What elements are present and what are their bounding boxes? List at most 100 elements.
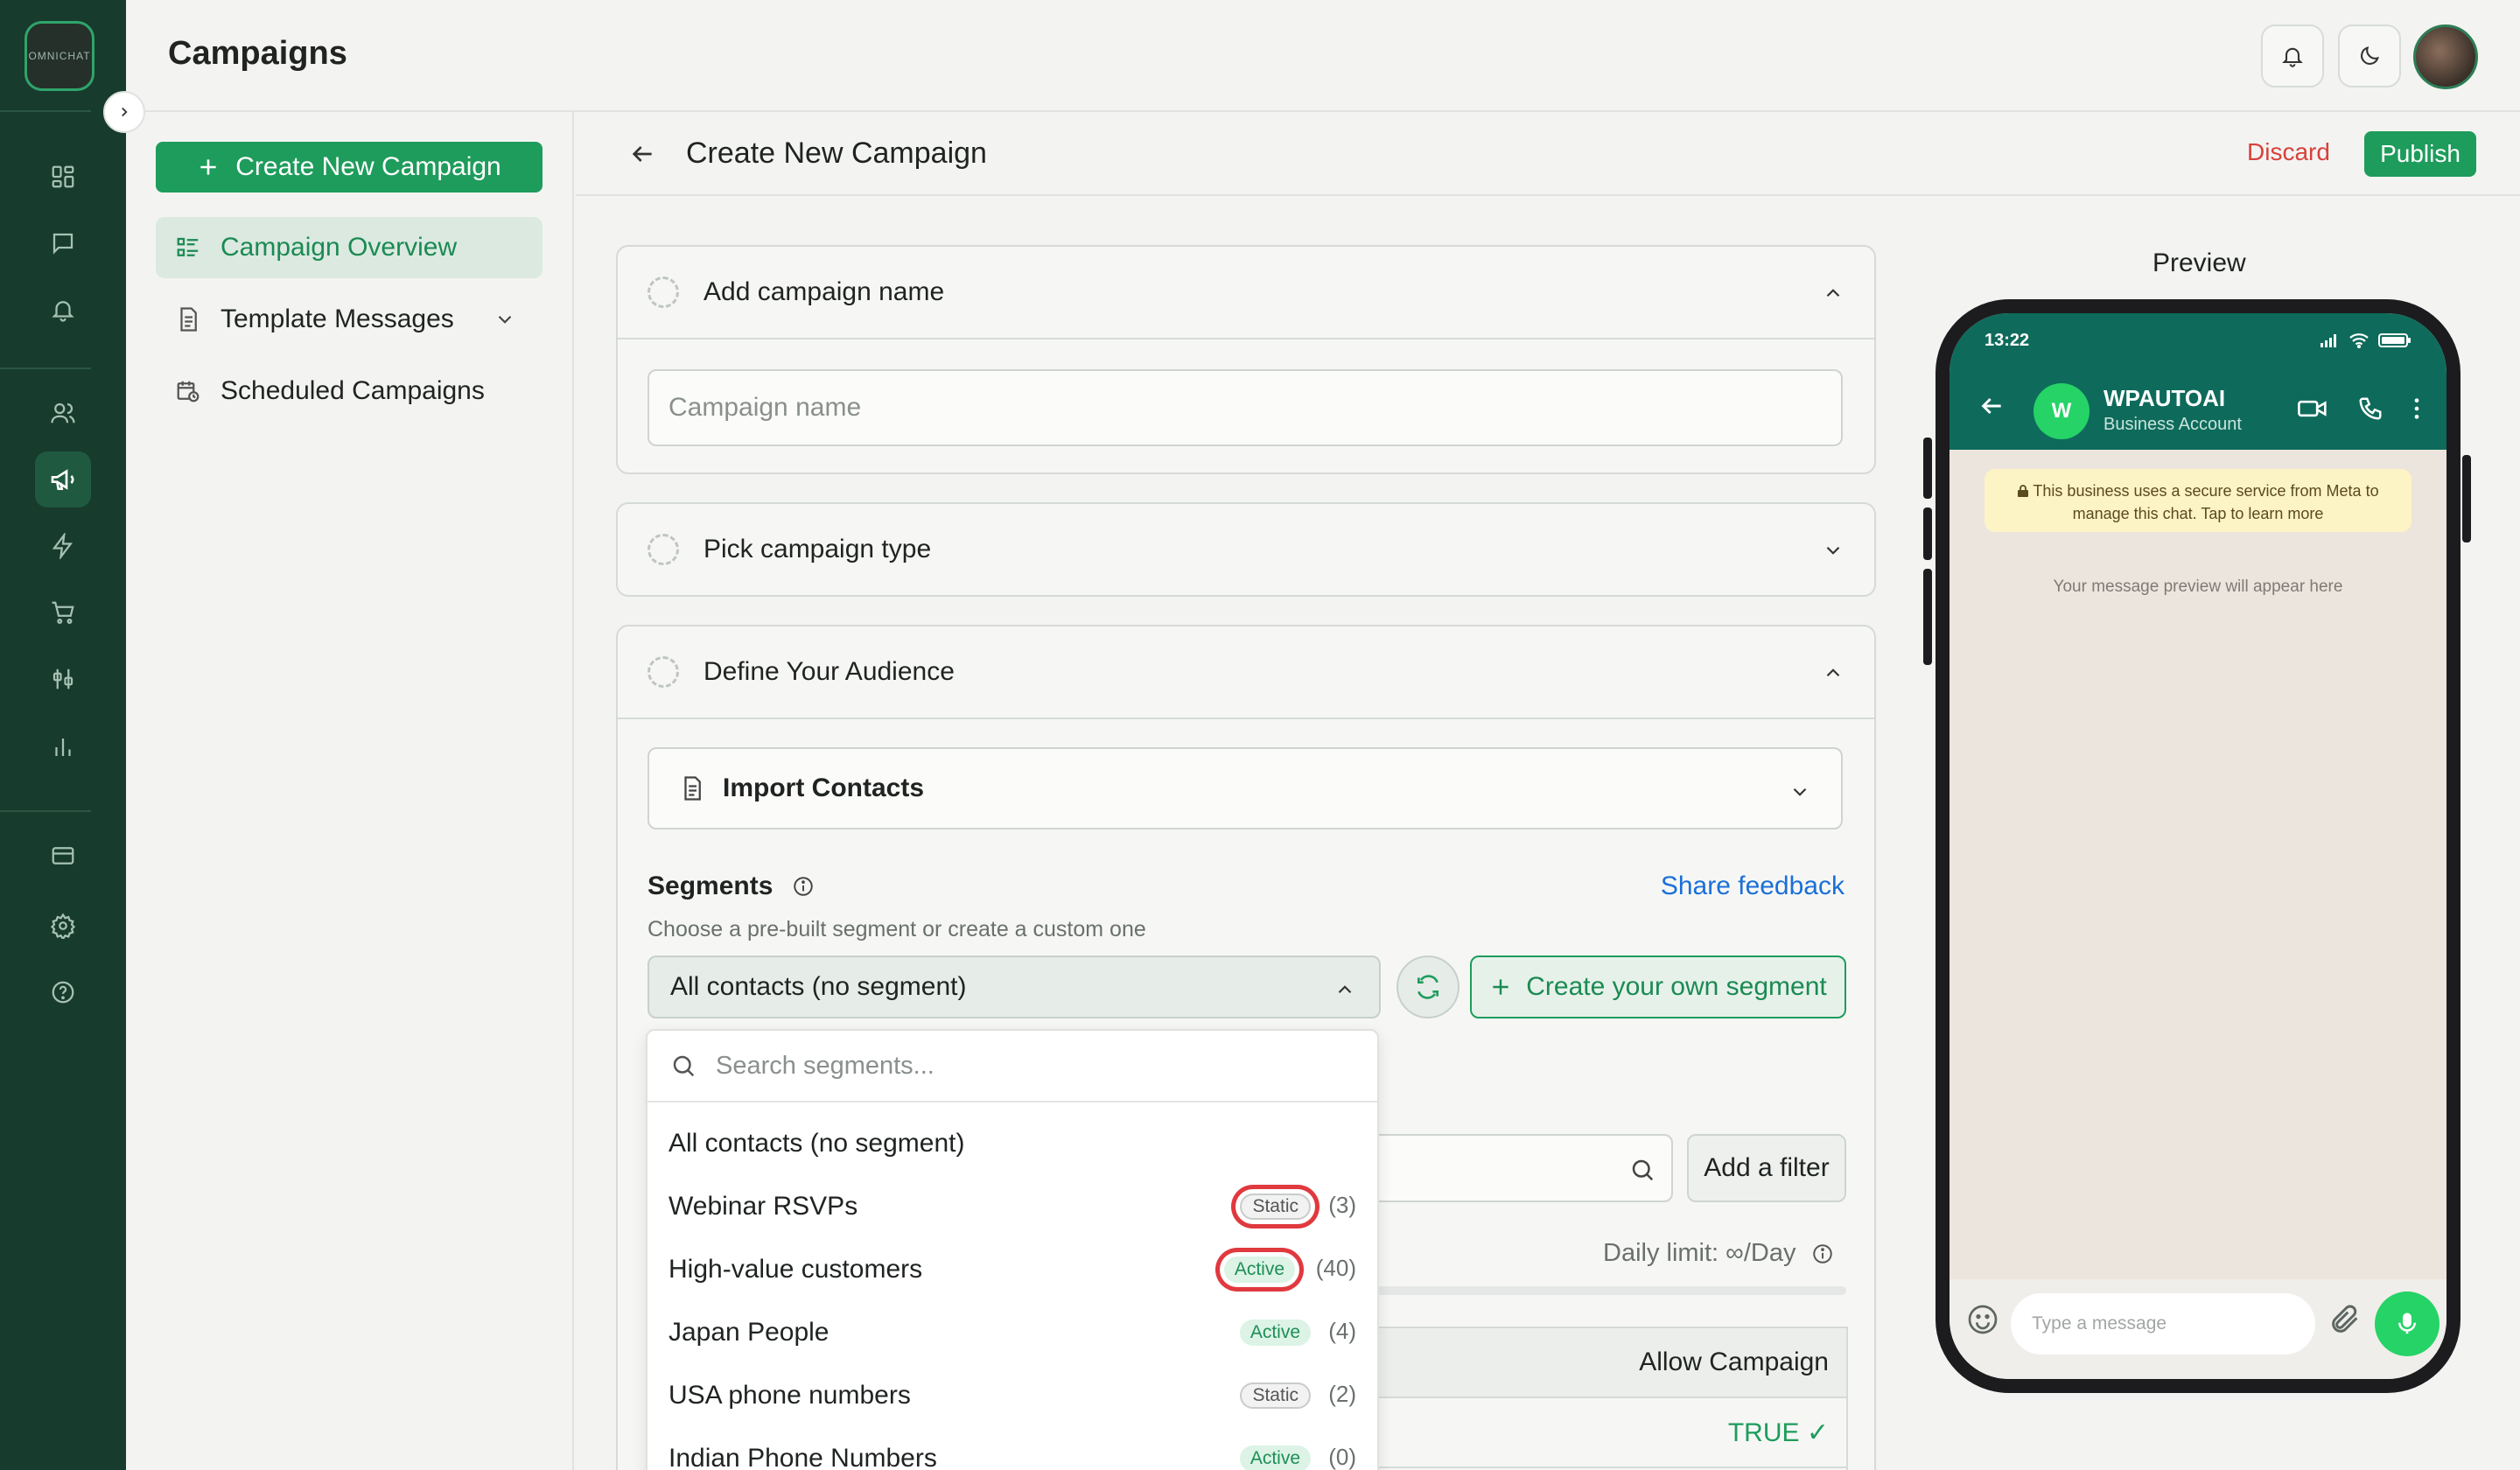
- step-header[interactable]: Define Your Audience: [618, 626, 1874, 718]
- app-logo[interactable]: OMNICHAT: [24, 21, 94, 91]
- segment-option[interactable]: Japan People Active (4): [648, 1300, 1377, 1363]
- daily-limit-text: Daily limit: ∞/Day: [1603, 1239, 1796, 1267]
- divider: [618, 338, 1874, 340]
- user-avatar[interactable]: [2413, 24, 2478, 89]
- refresh-icon: [1418, 975, 1438, 999]
- billing-icon[interactable]: [35, 828, 91, 884]
- contacts-search-input[interactable]: [1370, 1134, 1673, 1202]
- info-icon[interactable]: [792, 875, 815, 898]
- refresh-segments-button[interactable]: [1396, 956, 1460, 1018]
- editor-header: Create New Campaign Discard Publish: [576, 114, 2520, 196]
- dashboard-icon[interactable]: [35, 149, 91, 205]
- campaigns-sidebar: Create New Campaign Campaign Overview Te…: [126, 112, 574, 1470]
- step-header[interactable]: Pick campaign type: [618, 504, 1874, 595]
- top-bar: Campaigns: [126, 0, 2520, 112]
- segment-count: (0): [1328, 1444, 1356, 1470]
- message-preview-hint: Your message preview will appear here: [2053, 578, 2343, 596]
- import-contacts-accordion[interactable]: Import Contacts: [648, 747, 1843, 830]
- discard-button[interactable]: Discard: [2247, 138, 2330, 166]
- editor-title: Create New Campaign: [686, 136, 987, 170]
- contacts-icon[interactable]: [35, 385, 91, 441]
- theme-toggle-button[interactable]: [2338, 24, 2401, 88]
- phone-icon[interactable]: [2357, 396, 2384, 422]
- chat-back-button[interactable]: [1978, 392, 2006, 420]
- video-call-icon[interactable]: [2298, 397, 2328, 420]
- segment-option[interactable]: USA phone numbers Static (2): [648, 1363, 1377, 1426]
- sidebar-item-template-messages[interactable]: Template Messages: [156, 289, 542, 350]
- emoji-button[interactable]: [1965, 1302, 2000, 1337]
- sidebar-item-label: Campaign Overview: [220, 233, 458, 262]
- segment-status-badge: Static: [1240, 1382, 1311, 1409]
- help-icon[interactable]: [35, 964, 91, 1020]
- sidebar-item-scheduled-campaigns[interactable]: Scheduled Campaigns: [156, 360, 542, 422]
- create-segment-label: Create your own segment: [1526, 972, 1827, 1001]
- segment-option-name: USA phone numbers: [668, 1381, 911, 1410]
- segment-dropdown: Search segments... All contacts (no segm…: [646, 1029, 1379, 1470]
- segment-select-value: All contacts (no segment): [670, 972, 967, 1001]
- lightning-icon[interactable]: [35, 518, 91, 574]
- microphone-icon: [2398, 1312, 2416, 1334]
- segment-search-input[interactable]: Search segments...: [648, 1031, 1377, 1102]
- segment-count: (2): [1328, 1381, 1356, 1407]
- segment-option[interactable]: High-value customers Active (40): [648, 1237, 1377, 1300]
- document-icon: [180, 307, 197, 332]
- segment-status-badge: Active: [1239, 1446, 1311, 1470]
- chevron-down-icon: [1826, 546, 1840, 555]
- share-feedback-link[interactable]: Share feedback: [1661, 872, 1844, 901]
- step-status-icon: [648, 534, 679, 565]
- create-segment-button[interactable]: Create your own segment: [1470, 956, 1846, 1018]
- step-header[interactable]: Add campaign name: [618, 247, 1874, 338]
- status-time: 13:22: [1984, 331, 2030, 350]
- arrow-left-icon: [632, 146, 652, 162]
- signal-icon: [2320, 334, 2336, 347]
- notifications-button[interactable]: [2261, 24, 2324, 88]
- chevron-right-icon: [122, 107, 128, 117]
- import-contacts-label: Import Contacts: [723, 774, 925, 802]
- battery-icon: [2378, 333, 2411, 347]
- megaphone-icon[interactable]: [35, 452, 91, 508]
- page-title: Campaigns: [168, 35, 347, 72]
- chevron-up-icon: [1826, 289, 1840, 298]
- calendar-clock-icon: [177, 381, 200, 402]
- info-icon[interactable]: [1811, 1242, 1834, 1265]
- segment-count: (40): [1315, 1255, 1356, 1281]
- bell-icon: [2282, 47, 2303, 67]
- plus-icon: [200, 159, 216, 175]
- segment-option-name: Webinar RSVPs: [668, 1192, 858, 1221]
- preview-title: Preview: [2152, 248, 2246, 277]
- integrations-icon[interactable]: [35, 651, 91, 707]
- more-vertical-icon[interactable]: [2413, 396, 2420, 421]
- chat-icon[interactable]: [35, 215, 91, 271]
- segment-option-name: Japan People: [668, 1318, 830, 1347]
- sidebar-item-campaign-overview[interactable]: Campaign Overview: [156, 217, 542, 278]
- back-button[interactable]: [628, 140, 656, 168]
- phone-screen: 13:22 W WPAUTOAI Business Account This b…: [1950, 313, 2446, 1379]
- publish-button[interactable]: Publish: [2364, 131, 2476, 177]
- segments-label: Segments: [648, 872, 774, 900]
- settings-icon[interactable]: [35, 898, 91, 954]
- sidebar-item-label: Template Messages: [220, 304, 454, 333]
- chat-header: 13:22 W WPAUTOAI Business Account: [1950, 313, 2446, 450]
- segment-select[interactable]: All contacts (no segment): [648, 956, 1381, 1018]
- cart-icon[interactable]: [35, 584, 91, 640]
- segment-option[interactable]: Indian Phone Numbers Active (0): [648, 1426, 1377, 1470]
- document-icon: [684, 776, 701, 801]
- encryption-notice[interactable]: This business uses a secure service from…: [1984, 469, 2412, 532]
- allow-campaign-header[interactable]: Allow Campaign: [1370, 1328, 1846, 1398]
- campaign-name-input[interactable]: Campaign name: [648, 369, 1843, 446]
- phone-side-button: [1923, 508, 1932, 560]
- status-icons: [2320, 332, 2412, 348]
- voice-button[interactable]: [2375, 1292, 2440, 1356]
- message-input[interactable]: Type a message: [2011, 1293, 2315, 1354]
- bell-icon[interactable]: [35, 282, 91, 338]
- sidebar-toggle-button[interactable]: [103, 91, 145, 133]
- segment-option[interactable]: All contacts (no segment): [648, 1111, 1377, 1174]
- attach-button[interactable]: [2328, 1302, 2362, 1337]
- segment-option[interactable]: Webinar RSVPs Static (3): [648, 1174, 1377, 1237]
- segment-count: (3): [1328, 1192, 1356, 1218]
- list-icon: [177, 237, 199, 256]
- create-campaign-button[interactable]: Create New Campaign: [156, 142, 542, 192]
- segment-search-placeholder: Search segments...: [716, 1051, 934, 1080]
- add-filter-button[interactable]: Add a filter: [1687, 1134, 1846, 1202]
- analytics-icon[interactable]: [35, 719, 91, 775]
